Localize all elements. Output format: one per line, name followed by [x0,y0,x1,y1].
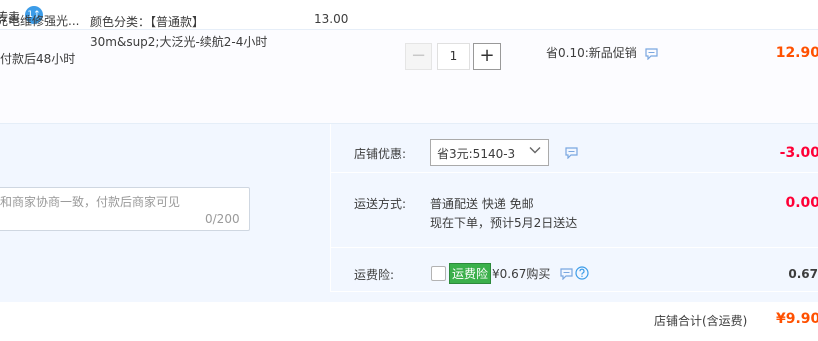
coupon-selected-value: 省3元:5140-3 [437,147,516,161]
quantity-input[interactable]: 1 [437,43,470,70]
quantity-increase-button[interactable]: + [473,43,501,70]
insurance-amount: 0.67 [788,267,818,281]
message-placeholder: 和商家协商一致，付款后商家可见 [0,195,181,209]
insurance-price: ¥0.67购买 [492,267,551,281]
panel-divider [330,124,331,292]
item-sku: 颜色分类：【普通款】30m&sup2;大泛光-续航2-4小时 [90,15,268,49]
row-divider [330,291,818,292]
insurance-label: 运费险: [354,268,395,282]
insurance-checkbox[interactable] [431,266,446,281]
delivery-note: 付款后48小时 [0,52,76,66]
row-divider [330,247,818,248]
item-title-link[interactable]: 充电维修强光... [0,12,80,29]
coupon-label: 店铺优惠: [354,147,407,161]
chat-bubble-icon[interactable] [565,147,578,162]
chevron-down-icon [528,143,542,160]
shipping-method: 普通配送 快递 免邮 [430,197,534,211]
shipping-eta: 现在下单，预计5月2日送达 [430,216,578,230]
store-total-amount: ¥9.90 [776,311,818,327]
coupon-discount-amount: -3.00 [779,145,818,161]
insurance-tag: 运费险 [448,263,492,284]
message-char-count: 0/200 [205,212,240,226]
row-divider [330,172,818,173]
question-circle-icon[interactable] [575,266,589,283]
item-line-total: 12.90 [775,45,818,61]
chat-bubble-icon[interactable] [560,268,573,283]
shipping-label: 运送方式: [354,197,407,211]
promo-label: 省0.10:新品促销 [546,46,637,60]
store-total-label: 店铺合计(含运费) [654,314,748,328]
chat-bubble-icon[interactable] [645,48,658,63]
shipping-amount: 0.00 [785,195,818,211]
unit-price: 13.00 [314,12,349,26]
quantity-decrease-button[interactable]: − [405,43,432,70]
